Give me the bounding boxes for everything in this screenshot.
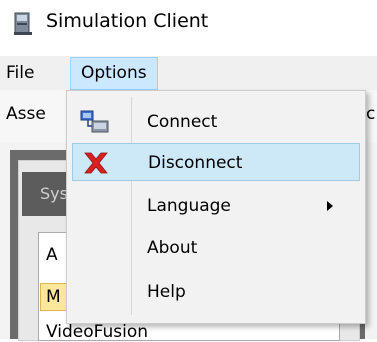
- list-item[interactable]: A: [46, 245, 58, 265]
- list-item[interactable]: VideoFusion: [46, 322, 148, 342]
- menu-item-label: About: [147, 238, 198, 258]
- menu-item-disconnect[interactable]: Disconnect: [72, 143, 360, 181]
- menu-item-label: Connect: [147, 112, 218, 132]
- submenu-arrow-icon: [327, 201, 333, 211]
- tab-right-partial[interactable]: c: [366, 104, 375, 124]
- menu-item-label: Disconnect: [148, 153, 243, 173]
- disconnect-icon: [84, 152, 108, 174]
- menu-item-label: Help: [147, 282, 186, 302]
- connect-icon: [80, 110, 109, 133]
- window-title: Simulation Client: [46, 10, 209, 32]
- tab-assets[interactable]: Asse: [6, 104, 46, 124]
- menu-file[interactable]: File: [6, 56, 34, 90]
- title-bar: Simulation Client: [0, 0, 377, 48]
- menu-bar: File Options: [0, 56, 377, 90]
- app-icon: [14, 12, 32, 35]
- menu-options[interactable]: Options: [70, 57, 158, 90]
- options-dropdown-menu: Connect Disconnect Language About Help: [66, 90, 366, 324]
- menu-item-language[interactable]: Language: [72, 187, 360, 225]
- menu-item-connect[interactable]: Connect: [72, 103, 360, 141]
- menu-item-label: Language: [147, 196, 231, 216]
- menu-item-help[interactable]: Help: [72, 273, 360, 311]
- menu-item-about[interactable]: About: [72, 229, 360, 267]
